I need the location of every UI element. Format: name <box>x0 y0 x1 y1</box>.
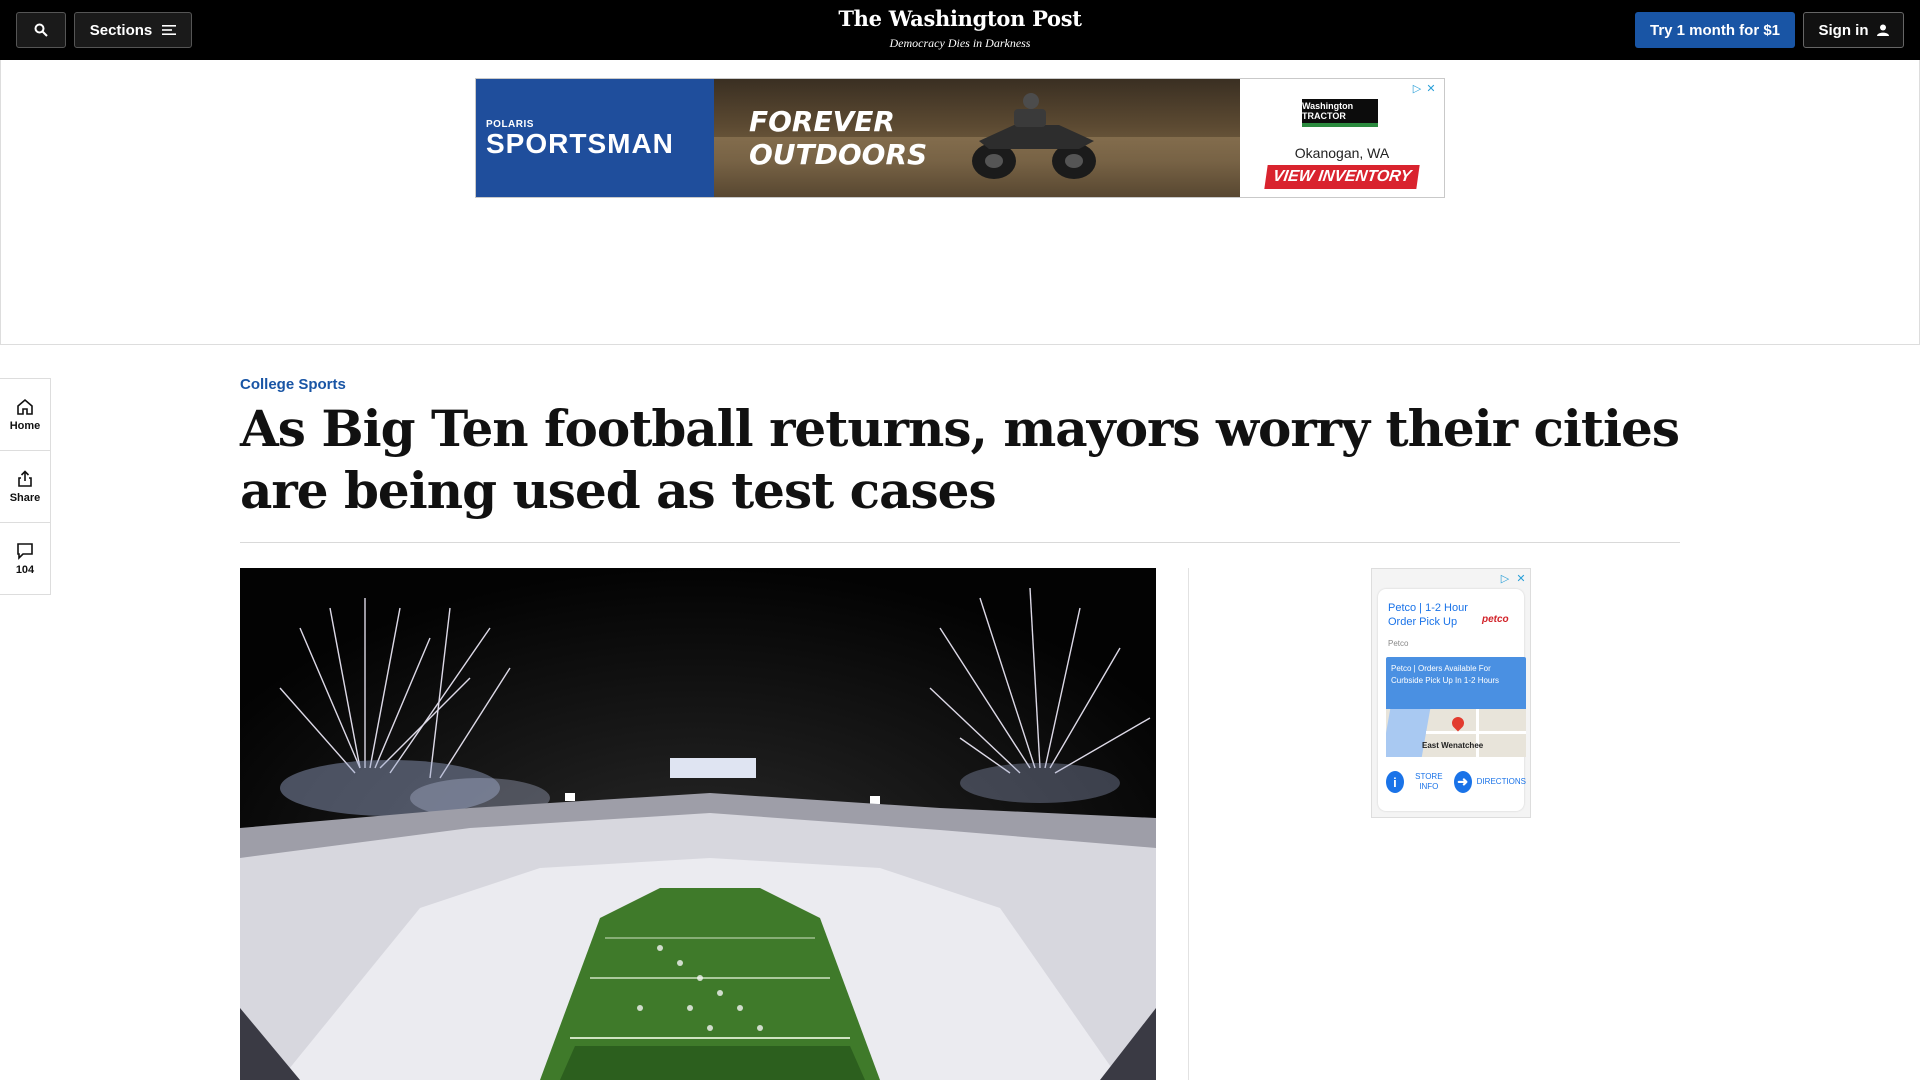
ad-blurb: Petco | Orders Available For Curbside Pi… <box>1386 657 1526 709</box>
dealer-location: Okanogan, WA <box>1294 145 1390 161</box>
view-inventory-button[interactable]: VIEW INVENTORY <box>1264 165 1420 189</box>
comments-count: 104 <box>15 564 35 576</box>
ad-brand-panel: POLARIS SPORTSMAN <box>476 79 714 197</box>
stadium-illustration <box>240 568 1156 1080</box>
petco-logo: petco <box>1482 614 1509 625</box>
sign-in-button[interactable]: Sign in <box>1803 12 1904 48</box>
home-button[interactable]: Home <box>0 379 50 451</box>
share-label: Share <box>9 491 41 504</box>
close-ad-icon[interactable]: ✕ <box>1514 571 1528 585</box>
ad-dealer-panel: Washington TRACTOR Okanogan, WA VIEW INV… <box>1240 79 1444 197</box>
comment-icon <box>17 543 33 560</box>
adchoices-icon[interactable]: ▷ <box>1410 81 1424 95</box>
adchoices-icon[interactable]: ▷ <box>1498 571 1512 585</box>
section-kicker-link[interactable]: College Sports <box>240 376 346 393</box>
ad-actions: i STORE INFO ➜ DIRECTIONS <box>1386 765 1526 799</box>
top-navigation-bar: Sections The Washington Post Democracy D… <box>0 0 1920 60</box>
ad-card: Petco | 1-2 Hour Order Pick Up petco Pet… <box>1378 589 1526 811</box>
ad-headline-line2: OUTDOORS <box>749 138 928 172</box>
info-icon[interactable]: i <box>1386 771 1404 793</box>
ad-advertiser: Petco <box>1388 639 1409 648</box>
ad-title[interactable]: Petco | 1-2 Hour Order Pick Up <box>1388 601 1478 629</box>
store-map[interactable]: East Wenatchee <box>1386 709 1526 757</box>
directions-link[interactable]: DIRECTIONS <box>1477 777 1526 787</box>
hero-image-stadium-fireworks[interactable] <box>240 568 1156 1080</box>
dealer-logo: Washington TRACTOR <box>1302 99 1378 127</box>
ad-brand-big: SPORTSMAN <box>486 127 674 159</box>
washington-post-logo[interactable]: The Washington Post <box>0 6 1920 31</box>
left-action-rail: Home Share 104 <box>0 378 51 595</box>
headline-divider <box>240 542 1680 543</box>
atv-image <box>972 93 1096 179</box>
map-town-label: East Wenatchee <box>1422 741 1484 750</box>
petco-sidebar-ad[interactable]: ▷ ✕ Petco | 1-2 Hour Order Pick Up petco… <box>1371 568 1531 818</box>
sign-in-label: Sign in <box>1818 21 1869 39</box>
home-icon <box>17 398 33 415</box>
map-pin-icon <box>1449 714 1467 732</box>
article-headline: As Big Ten football returns, mayors worr… <box>240 399 1680 520</box>
user-icon <box>1876 24 1889 36</box>
close-ad-icon[interactable]: ✕ <box>1424 81 1438 95</box>
share-button[interactable]: Share <box>0 451 50 523</box>
masthead-tagline: Democracy Dies in Darkness <box>889 36 1031 50</box>
column-divider <box>1188 568 1189 1080</box>
directions-icon[interactable]: ➜ <box>1453 771 1472 793</box>
comments-button[interactable]: 104 <box>0 523 50 595</box>
ad-headline-line1: FOREVER <box>749 105 895 138</box>
subscribe-button[interactable]: Try 1 month for $1 <box>1635 12 1795 48</box>
store-info-link[interactable]: STORE INFO <box>1409 772 1449 792</box>
home-label: Home <box>9 419 41 432</box>
ad-image-panel: FOREVER OUTDOORS <box>714 79 1240 197</box>
share-icon <box>18 469 32 487</box>
masthead: The Washington Post Democracy Dies in Da… <box>0 6 1920 51</box>
polaris-banner-ad[interactable]: POLARIS SPORTSMAN FOREVER OUTDOORS Washi… <box>475 78 1445 198</box>
ad-headline: FOREVER OUTDOORS <box>749 105 927 171</box>
